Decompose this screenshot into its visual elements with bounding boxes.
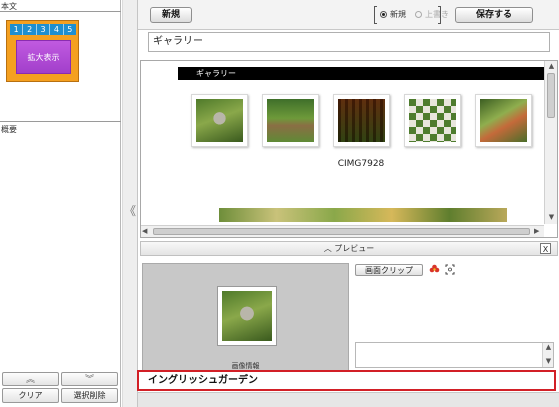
delete-selected-button[interactable]: 選択削除 bbox=[61, 388, 118, 403]
gallery-photo-3[interactable] bbox=[333, 94, 390, 147]
divider bbox=[0, 121, 121, 122]
move-down-button[interactable]: ︾ bbox=[61, 372, 118, 386]
new-button[interactable]: 新規 bbox=[150, 7, 192, 23]
flower-icon[interactable] bbox=[429, 264, 440, 275]
photo-caption: CIMG7928 bbox=[337, 159, 385, 169]
scroll-up-icon[interactable]: ▲ bbox=[545, 62, 557, 70]
collapse-left-icon[interactable]: 《 bbox=[123, 202, 137, 219]
enlarge-view-button[interactable]: 拡大表示 bbox=[16, 40, 71, 74]
textarea-scroll-up-icon[interactable]: ▲ bbox=[543, 343, 554, 351]
image-name-field[interactable]: イングリッシュガーデン bbox=[137, 370, 556, 391]
left-panel: 本文 1 2 3 4 5 拡大表示 概要 ︽ ︾ クリア 選択削除 bbox=[0, 0, 121, 407]
hscroll-thumb[interactable] bbox=[153, 228, 530, 235]
preview-toggle-bar[interactable]: ︿ プレビュー bbox=[140, 241, 558, 256]
vertical-scrollbar[interactable]: ▲ ▼ bbox=[544, 61, 557, 224]
gallery-thumbnail-block[interactable]: 1 2 3 4 5 拡大表示 bbox=[6, 20, 79, 82]
thumbnail-image bbox=[222, 291, 272, 341]
crop-icon[interactable] bbox=[445, 264, 455, 275]
clear-button[interactable]: クリア bbox=[2, 388, 59, 403]
panel-splitter[interactable]: 《 bbox=[122, 0, 138, 407]
screen-clip-button[interactable]: 画面クリップ bbox=[355, 264, 423, 276]
scroll-right-icon[interactable]: ▶ bbox=[534, 227, 539, 235]
scroll-down-icon[interactable]: ▼ bbox=[545, 213, 557, 221]
radio-new-icon[interactable] bbox=[380, 11, 387, 18]
page-tab-4[interactable]: 4 bbox=[50, 24, 64, 35]
selected-image-thumbnail[interactable] bbox=[217, 286, 277, 346]
page-tab-3[interactable]: 3 bbox=[37, 24, 51, 35]
page-tab-5[interactable]: 5 bbox=[64, 24, 76, 35]
bottom-strip bbox=[138, 392, 559, 407]
horizontal-scrollbar[interactable]: ◀ ▶ bbox=[141, 225, 544, 237]
gallery-photo-5[interactable] bbox=[475, 94, 532, 147]
toolbar: 新規 新規 上書き 保存する bbox=[138, 0, 559, 30]
section-label-summary: 概要 bbox=[1, 125, 17, 134]
page-tab-1[interactable]: 1 bbox=[10, 24, 24, 35]
page-tab-2[interactable]: 2 bbox=[23, 24, 37, 35]
image-detail-panel: 画像情報 bbox=[142, 263, 349, 373]
gallery-photo-4[interactable] bbox=[404, 94, 461, 147]
gallery-preview-pane: ギャラリー CIMG7928 ▲ ▼ ◀ ▶ bbox=[140, 60, 558, 238]
large-photo[interactable] bbox=[219, 208, 507, 222]
page-number-strip: 1 2 3 4 5 bbox=[10, 24, 76, 35]
divider bbox=[0, 11, 121, 12]
gallery-photo-1[interactable] bbox=[191, 94, 248, 147]
description-textarea[interactable]: ▲ ▼ bbox=[355, 342, 554, 368]
close-icon[interactable]: X bbox=[540, 243, 551, 254]
save-button[interactable]: 保存する bbox=[455, 7, 533, 23]
scroll-left-icon[interactable]: ◀ bbox=[142, 227, 147, 235]
textarea-scrollbar[interactable]: ▲ ▼ bbox=[542, 343, 553, 367]
radio-overwrite-icon[interactable] bbox=[415, 11, 422, 18]
textarea-scroll-down-icon[interactable]: ▼ bbox=[543, 357, 554, 365]
bracket-right bbox=[438, 6, 441, 24]
radio-new-label[interactable]: 新規 bbox=[390, 9, 406, 20]
move-up-button[interactable]: ︽ bbox=[2, 372, 59, 386]
title-input[interactable]: ギャラリー bbox=[148, 32, 550, 52]
bracket-left bbox=[374, 6, 377, 24]
gallery-header-bar: ギャラリー bbox=[178, 67, 544, 80]
scroll-thumb[interactable] bbox=[547, 73, 555, 118]
radio-overwrite-label[interactable]: 上書き bbox=[425, 9, 449, 20]
gallery-photo-2[interactable] bbox=[262, 94, 319, 147]
